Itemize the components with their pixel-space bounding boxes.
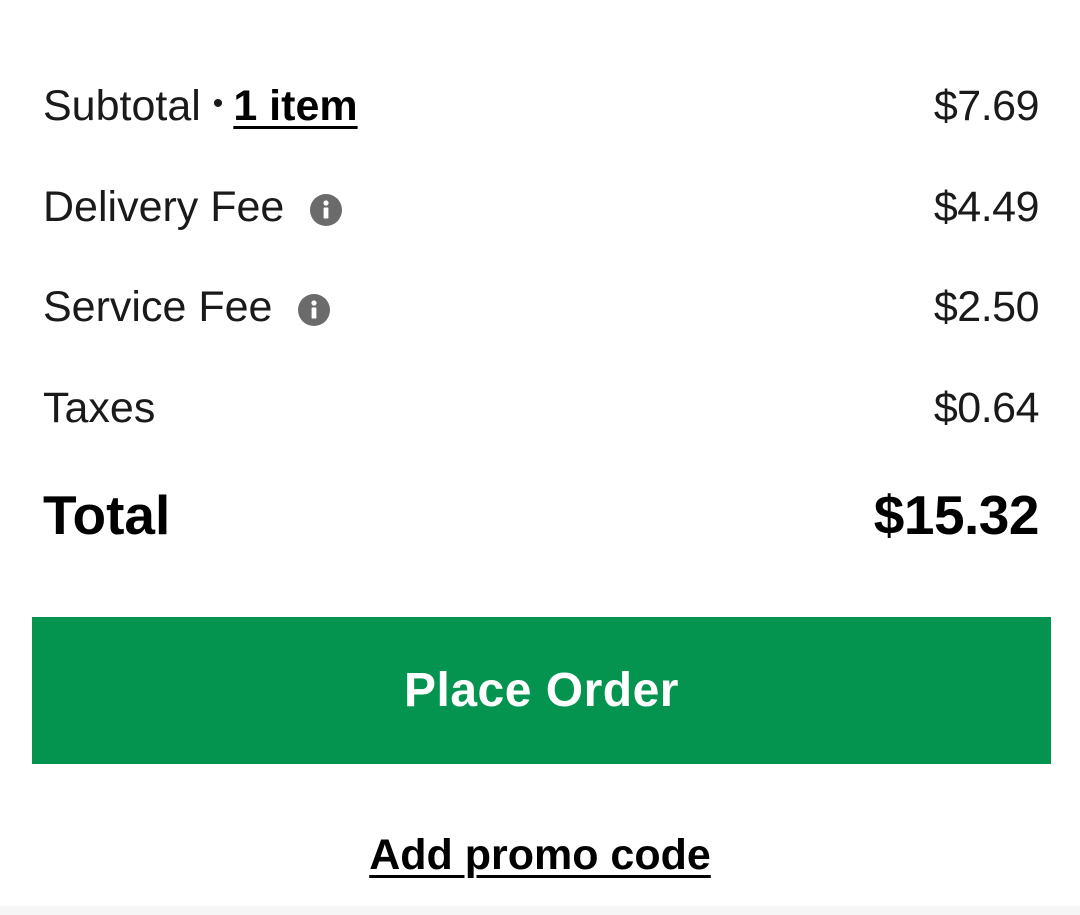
taxes-label: Taxes: [43, 383, 156, 432]
promo-code-container: Add promo code: [0, 830, 1080, 880]
delivery-fee-label-group: Delivery Fee: [43, 182, 343, 231]
subtotal-label: Subtotal: [43, 81, 201, 130]
taxes-amount: $0.64: [933, 383, 1040, 432]
total-label: Total: [43, 483, 171, 546]
subtotal-amount: $7.69: [933, 81, 1040, 130]
subtotal-label-group: Subtotal • 1 item: [43, 81, 358, 130]
service-fee-amount: $2.50: [933, 282, 1040, 331]
item-count-link[interactable]: 1 item: [233, 84, 357, 128]
place-order-button[interactable]: Place Order: [32, 617, 1051, 764]
add-promo-code-link[interactable]: Add promo code: [369, 831, 711, 879]
separator-dot: •: [212, 87, 224, 120]
service-fee-label: Service Fee: [43, 282, 273, 331]
service-fee-info-icon[interactable]: [298, 291, 331, 326]
order-summary: Subtotal • 1 item $7.69 Delivery Fee $4.…: [0, 0, 1080, 915]
total-amount: $15.32: [873, 483, 1040, 546]
service-fee-label-group: Service Fee: [43, 282, 331, 331]
bottom-divider: [0, 906, 1080, 915]
delivery-fee-amount: $4.49: [933, 182, 1040, 231]
delivery-fee-info-icon[interactable]: [310, 191, 343, 226]
delivery-fee-label: Delivery Fee: [43, 182, 285, 231]
total-row: Total $15.32: [43, 483, 1040, 546]
delivery-fee-row: Delivery Fee $4.49: [43, 182, 1040, 231]
service-fee-row: Service Fee $2.50: [43, 282, 1040, 331]
taxes-row: Taxes $0.64: [43, 383, 1040, 432]
subtotal-row: Subtotal • 1 item $7.69: [43, 81, 1040, 130]
